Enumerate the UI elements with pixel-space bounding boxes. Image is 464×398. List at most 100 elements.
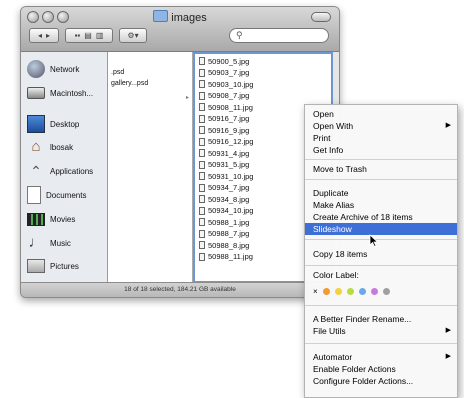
file-name: 50903_10.jpg	[208, 79, 254, 89]
file-name: 50908_7.jpg	[208, 91, 250, 100]
file-row[interactable]: 50934_8.jpg	[199, 194, 249, 204]
color-label-dot[interactable]	[382, 288, 390, 295]
sidebar-item-macintosh[interactable]: Macintosh...	[27, 82, 93, 104]
list-item[interactable]: gallery...psd	[111, 80, 148, 87]
file-row[interactable]: 50903_7.jpg	[199, 68, 249, 78]
menu-item-open-with[interactable]: Open With ▶	[305, 120, 457, 132]
sidebar-item-label: Documents	[46, 190, 87, 200]
menu-item-get-info[interactable]: Get Info	[305, 144, 457, 156]
hard-drive-icon	[27, 87, 45, 99]
file-name: 50934_8.jpg	[208, 194, 250, 204]
menu-item-file-utils[interactable]: File Utils ▶	[305, 325, 457, 337]
sidebar-item-pictures[interactable]: Pictures	[27, 255, 79, 277]
menu-item-open[interactable]: Open	[305, 108, 457, 120]
home-icon: ⌂	[31, 138, 41, 155]
file-row[interactable]: 50908_7.jpg	[199, 91, 249, 101]
file-row[interactable]: 50900_5.jpg	[199, 56, 249, 66]
menu-item-enable-folder-actions[interactable]: Enable Folder Actions	[305, 363, 457, 375]
sidebar: Network Macintosh... Desktop ⌂ lbosak ⌃ …	[21, 52, 108, 283]
file-row[interactable]: 50903_10.jpg	[199, 79, 253, 89]
color-label-dot[interactable]	[334, 288, 342, 295]
file-row[interactable]: 50916_12.jpg	[199, 137, 253, 147]
movies-icon	[27, 212, 45, 226]
file-name: 50988_8.jpg	[208, 240, 250, 250]
sidebar-item-applications[interactable]: ⌃ Applications	[27, 160, 93, 182]
search-field[interactable]: ⚲	[229, 28, 329, 43]
color-label-dot[interactable]	[370, 288, 378, 295]
submenu-arrow-icon: ▶	[445, 327, 451, 334]
jpg-file-icon	[199, 172, 205, 180]
file-row[interactable]: 50988_8.jpg	[199, 240, 249, 250]
jpg-file-icon	[199, 195, 205, 203]
list-view-icon[interactable]: ▤	[84, 31, 92, 40]
finder-window: images ◂ ▸ ▪▪ ▤ ▥ ⚙▾ ⚲ Network Macintosh.…	[20, 6, 340, 298]
jpg-file-icon	[199, 126, 205, 134]
no-color-icon[interactable]: ×	[313, 287, 318, 296]
menu-item-label: Automator	[313, 352, 353, 362]
jpg-file-icon	[199, 149, 205, 157]
jpg-file-icon	[199, 229, 205, 238]
jpg-file-icon	[199, 160, 205, 169]
menu-color-label-title: Color Label:	[313, 270, 359, 280]
menu-item-automator[interactable]: Automator ▶	[305, 351, 457, 363]
file-row[interactable]: 50934_10.jpg	[199, 206, 253, 216]
sidebar-item-documents[interactable]: Documents	[27, 184, 86, 206]
column-view-icon[interactable]: ▥	[96, 31, 104, 40]
forward-arrow-icon[interactable]: ▸	[46, 31, 50, 40]
sidebar-item-label: lbosak	[50, 142, 74, 152]
sidebar-item-label: Music	[50, 238, 71, 248]
file-row[interactable]: 50988_11.jpg	[199, 252, 253, 262]
menu-item-make-alias[interactable]: Make Alias	[305, 199, 457, 211]
window-title-text: images	[171, 12, 207, 24]
file-row[interactable]: 50934_7.jpg	[199, 183, 249, 193]
file-name: 50931_4.jpg	[208, 148, 250, 158]
submenu-arrow-icon: ▶	[445, 122, 451, 129]
file-name: 50988_1.jpg	[208, 217, 250, 227]
file-row[interactable]: 50916_7.jpg	[199, 114, 249, 124]
color-label-dot[interactable]	[358, 288, 366, 295]
toolbar-toggle-button[interactable]	[311, 12, 331, 22]
menu-item-configure-folder-actions[interactable]: Configure Folder Actions...	[305, 375, 457, 387]
sidebar-item-label: Network	[50, 64, 80, 74]
desktop-icon	[27, 115, 45, 133]
icon-view-icon[interactable]: ▪▪	[75, 31, 81, 40]
jpg-file-icon	[199, 137, 205, 146]
color-label-dot[interactable]	[346, 288, 354, 295]
title-bar: images ◂ ▸ ▪▪ ▤ ▥ ⚙▾ ⚲	[21, 7, 339, 52]
menu-item-better-finder-rename[interactable]: A Better Finder Rename...	[305, 313, 457, 325]
color-label-dot[interactable]	[322, 288, 330, 295]
file-row[interactable]: 50916_9.jpg	[199, 125, 249, 135]
sidebar-item-label: Desktop	[50, 119, 80, 129]
column-1[interactable]: .psd gallery...psd ▸	[108, 52, 193, 283]
menu-item-move-to-trash[interactable]: Move to Trash	[305, 163, 457, 175]
sidebar-item-music[interactable]: ♩ Music	[27, 232, 71, 254]
documents-icon	[27, 186, 41, 204]
back-forward-button[interactable]: ◂ ▸	[29, 28, 59, 43]
sidebar-item-label: Movies	[50, 214, 76, 224]
file-row[interactable]: 50908_11.jpg	[199, 102, 253, 112]
sidebar-item-label: Macintosh...	[50, 88, 94, 98]
menu-item-print[interactable]: Print	[305, 132, 457, 144]
menu-item-slideshow[interactable]: Slideshow	[305, 223, 457, 235]
sidebar-item-home[interactable]: ⌂ lbosak	[27, 136, 73, 158]
jpg-file-icon	[199, 206, 205, 215]
menu-item-copy[interactable]: Copy 18 items	[305, 248, 457, 260]
file-row[interactable]: 50931_5.jpg	[199, 160, 249, 170]
menu-separator	[305, 305, 457, 306]
file-row[interactable]: 50931_4.jpg	[199, 148, 249, 158]
back-arrow-icon[interactable]: ◂	[38, 31, 42, 40]
file-row[interactable]: 50988_7.jpg	[199, 229, 249, 239]
applications-icon: ⌃	[30, 163, 42, 179]
menu-item-create-archive[interactable]: Create Archive of 18 items	[305, 211, 457, 223]
sidebar-item-desktop[interactable]: Desktop	[27, 113, 79, 135]
sidebar-item-network[interactable]: Network	[27, 58, 79, 80]
view-buttons[interactable]: ▪▪ ▤ ▥	[65, 28, 113, 43]
sidebar-item-movies[interactable]: Movies	[27, 208, 75, 230]
file-row[interactable]: 50988_1.jpg	[199, 217, 249, 227]
action-button[interactable]: ⚙▾	[119, 28, 147, 43]
file-name: 50916_9.jpg	[208, 125, 250, 135]
list-item[interactable]: .psd	[111, 69, 124, 76]
file-name: 50903_7.jpg	[208, 68, 250, 77]
file-row[interactable]: 50931_10.jpg	[199, 171, 253, 181]
menu-item-duplicate[interactable]: Duplicate	[305, 187, 457, 199]
